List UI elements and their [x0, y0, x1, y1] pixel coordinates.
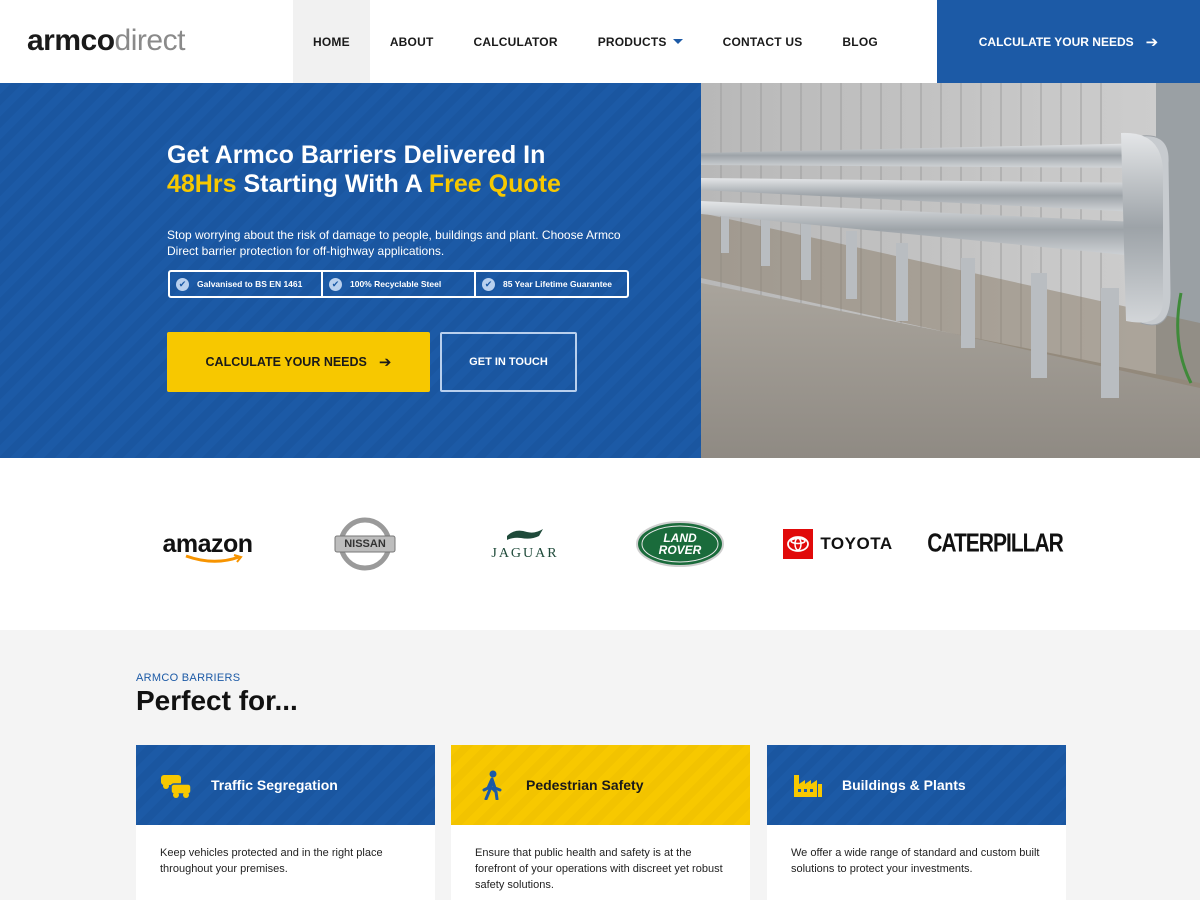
hero-barrier-photo [701, 83, 1200, 458]
main-nav: HOME ABOUT CALCULATOR PRODUCTS CONTACT U… [293, 0, 898, 83]
nav-contact-label: CONTACT US [722, 34, 803, 49]
logo-light-text: direct [114, 24, 186, 57]
logo-bold-text: armco [27, 24, 115, 57]
site-header: armcodirect HOME ABOUT CALCULATOR PRODUC… [0, 0, 1200, 83]
card-traffic-segregation[interactable]: Traffic Segregation Keep vehicles protec… [136, 745, 435, 900]
hero-title-highlight2: Free Quote [428, 170, 561, 198]
caterpillar-logo: CATERPILLAR [927, 458, 1064, 630]
hero-calculate-label: CALCULATE YOUR NEEDS [205, 355, 367, 369]
toyota-emblem-icon [783, 529, 814, 559]
amazon-logo: amazon [150, 458, 265, 630]
hero-description: Stop worrying about the risk of damage t… [167, 228, 621, 258]
client-logos: amazon NISSAN JAGUAR LAND ROVER TOYOTA C… [0, 458, 1200, 630]
hero-calculate-button[interactable]: CALCULATE YOUR NEEDS ➔ [167, 332, 430, 392]
badge-label: 100% Recyclable Steel [350, 279, 442, 289]
nav-home[interactable]: HOME [293, 0, 370, 83]
nav-calculator-label: CALCULATOR [473, 34, 558, 49]
hero-section: Get Armco Barriers Delivered In 48Hrs St… [0, 83, 701, 458]
header-cta-label: CALCULATE YOUR NEEDS [978, 34, 1134, 49]
nissan-wordmark: NISSAN [344, 538, 386, 550]
badge-galvanised: ✔ Galvanised to BS EN 1461 [170, 272, 323, 296]
badge-recyclable: ✔ 100% Recyclable Steel [323, 272, 476, 296]
cars-icon [159, 770, 195, 800]
caterpillar-wordmark: CATERPILLAR [927, 529, 1064, 558]
caret-down-icon [672, 39, 683, 44]
nav-home-label: HOME [313, 34, 350, 49]
card-header: Traffic Segregation [136, 745, 435, 825]
walking-person-icon [474, 770, 510, 800]
badge-label: Galvanised to BS EN 1461 [197, 279, 303, 289]
hero-title-part2: Starting With A [243, 170, 422, 198]
check-circle-icon: ✔ [176, 277, 189, 291]
site-logo[interactable]: armcodirect [27, 24, 185, 58]
card-title: Buildings & Plants [842, 777, 966, 793]
nissan-logo: NISSAN [330, 458, 400, 630]
nav-products[interactable]: PRODUCTS [578, 0, 703, 83]
nav-about[interactable]: ABOUT [370, 0, 454, 83]
section-eyebrow: ARMCO BARRIERS [136, 672, 241, 684]
get-in-touch-button[interactable]: GET IN TOUCH [440, 332, 577, 392]
hero-badges: ✔ Galvanised to BS EN 1461 ✔ 100% Recyclab… [168, 270, 629, 298]
badge-label: 85 Year Lifetime Guarantee [503, 279, 612, 289]
badge-guarantee: ✔ 85 Year Lifetime Guarantee [476, 272, 627, 296]
jaguar-logo: JAGUAR [480, 458, 570, 630]
perfect-for-section: ARMCO BARRIERS Perfect for... Traffic Se… [0, 630, 1200, 900]
arrow-right-icon: ➔ [378, 354, 392, 371]
hero-title-part1: Get Armco Barriers Delivered In [167, 141, 546, 169]
amazon-smile-icon [185, 553, 244, 563]
nav-contact[interactable]: CONTACT US [703, 0, 823, 83]
nav-products-label: PRODUCTS [597, 34, 667, 49]
card-text: We offer a wide range of standard and cu… [791, 847, 1040, 875]
card-header: Pedestrian Safety [451, 745, 750, 825]
card-title: Pedestrian Safety [526, 777, 644, 793]
barrier-illustration [701, 83, 1200, 458]
nav-calculator[interactable]: CALCULATOR [453, 0, 577, 83]
check-circle-icon: ✔ [329, 277, 342, 291]
nav-blog[interactable]: BLOG [822, 0, 897, 83]
nav-blog-label: BLOG [842, 34, 878, 49]
card-text: Ensure that public health and safety is … [475, 847, 723, 891]
card-text: Keep vehicles protected and in the right… [160, 847, 383, 875]
section-title: Perfect for... [136, 685, 298, 716]
check-circle-icon: ✔ [482, 277, 495, 291]
arrow-right-icon: ➔ [1145, 33, 1159, 51]
jaguar-wordmark: JAGUAR [491, 546, 559, 561]
hero-title: Get Armco Barriers Delivered In 48Hrs St… [167, 141, 647, 199]
header-calculate-button[interactable]: CALCULATE YOUR NEEDS ➔ [937, 0, 1200, 83]
landrover-line2: ROVER [658, 543, 702, 557]
card-title: Traffic Segregation [211, 777, 338, 793]
toyota-wordmark: TOYOTA [820, 534, 893, 553]
card-buildings-plants[interactable]: Buildings & Plants We offer a wide range… [767, 745, 1066, 900]
card-pedestrian-safety[interactable]: Pedestrian Safety Ensure that public hea… [451, 745, 750, 900]
jaguar-leaper-icon [507, 529, 543, 540]
factory-icon [790, 770, 826, 800]
toyota-logo: TOYOTA [783, 458, 893, 630]
hero-title-highlight1: 48Hrs [167, 170, 237, 198]
nav-about-label: ABOUT [389, 34, 434, 49]
landrover-logo: LAND ROVER [636, 458, 724, 630]
card-header: Buildings & Plants [767, 745, 1066, 825]
get-in-touch-label: GET IN TOUCH [469, 356, 548, 368]
